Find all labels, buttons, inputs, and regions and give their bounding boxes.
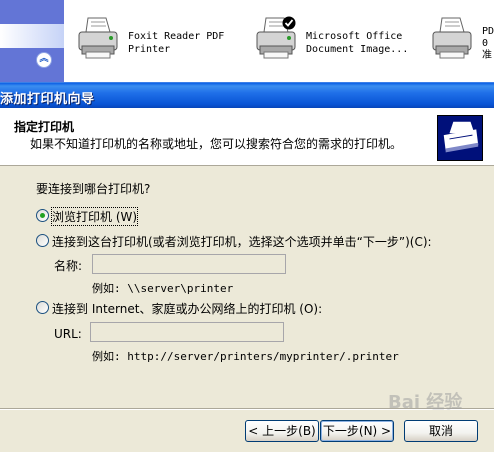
radio-connect-this-printer[interactable] <box>36 234 49 247</box>
url-label: URL: <box>54 327 82 341</box>
printer-url-input[interactable] <box>90 322 284 342</box>
printer-item-microsoft-office[interactable]: Microsoft Office Document Image... <box>254 14 424 76</box>
printer-icon <box>78 17 118 59</box>
url-example-text: 例如: http://server/printers/myprinter/.pr… <box>92 348 399 364</box>
chevron-up-double-icon[interactable]: ︽ <box>36 52 52 68</box>
printer-item-pdf[interactable]: PD 0 准 <box>430 14 494 76</box>
name-label: 名称: <box>54 259 83 273</box>
option-internet-printer-label[interactable]: 连接到 Internet、家庭或办公网络上的打印机 (O): <box>52 300 322 317</box>
printer-item-foxit[interactable]: Foxit Reader PDF Printer <box>76 14 236 76</box>
page-title: 指定打印机 <box>14 120 75 134</box>
wizard-header: 指定打印机 如果不知道打印机的名称或地址，您可以搜索符合您的需求的打印机。 <box>0 108 494 166</box>
radio-internet-printer[interactable] <box>36 301 49 314</box>
printer-wizard-icon <box>437 115 483 161</box>
name-example-text: 例如: \\server\printer <box>92 280 233 296</box>
back-button[interactable]: < 上一步(B) <box>245 420 319 442</box>
question-text: 要连接到哪台打印机? <box>36 182 151 196</box>
printers-folder-view: ︽ Foxit Reader PDF Printer Microsoft Off… <box>0 0 494 84</box>
printer-label: Foxit Reader PDF Printer <box>128 31 225 55</box>
default-check-icon <box>282 16 296 30</box>
radio-browse-printer[interactable] <box>36 209 49 222</box>
printer-label: Microsoft Office Document Image... <box>306 30 409 56</box>
option-connect-this-printer-label[interactable]: 连接到这台打印机(或者浏览打印机，选择这个选项并单击“下一步”)(C): <box>52 233 432 250</box>
task-pane-header: ︽ <box>0 24 64 68</box>
url-example-value: 例如: http://server/printers/myprinter/.pr… <box>92 350 399 363</box>
title-bar[interactable]: 添加打印机向导 <box>0 82 494 108</box>
watermark: Bai 经验 <box>388 392 463 413</box>
next-button[interactable]: 下一步(N) > <box>320 420 394 442</box>
cancel-button[interactable]: 取消 <box>404 420 478 442</box>
task-pane: ︽ <box>0 0 64 84</box>
page-subtitle: 如果不知道打印机的名称或地址，您可以搜索符合您的需求的打印机。 <box>30 137 403 151</box>
option-browse-printer-label[interactable]: 浏览打印机 (W) <box>50 207 139 226</box>
printer-icon <box>432 17 472 59</box>
printer-label: PD 0 准 <box>482 26 494 61</box>
window-title: 添加打印机向导 <box>0 92 95 107</box>
printer-name-input[interactable] <box>92 254 286 274</box>
name-example-value: 例如: \\server\printer <box>92 282 234 295</box>
